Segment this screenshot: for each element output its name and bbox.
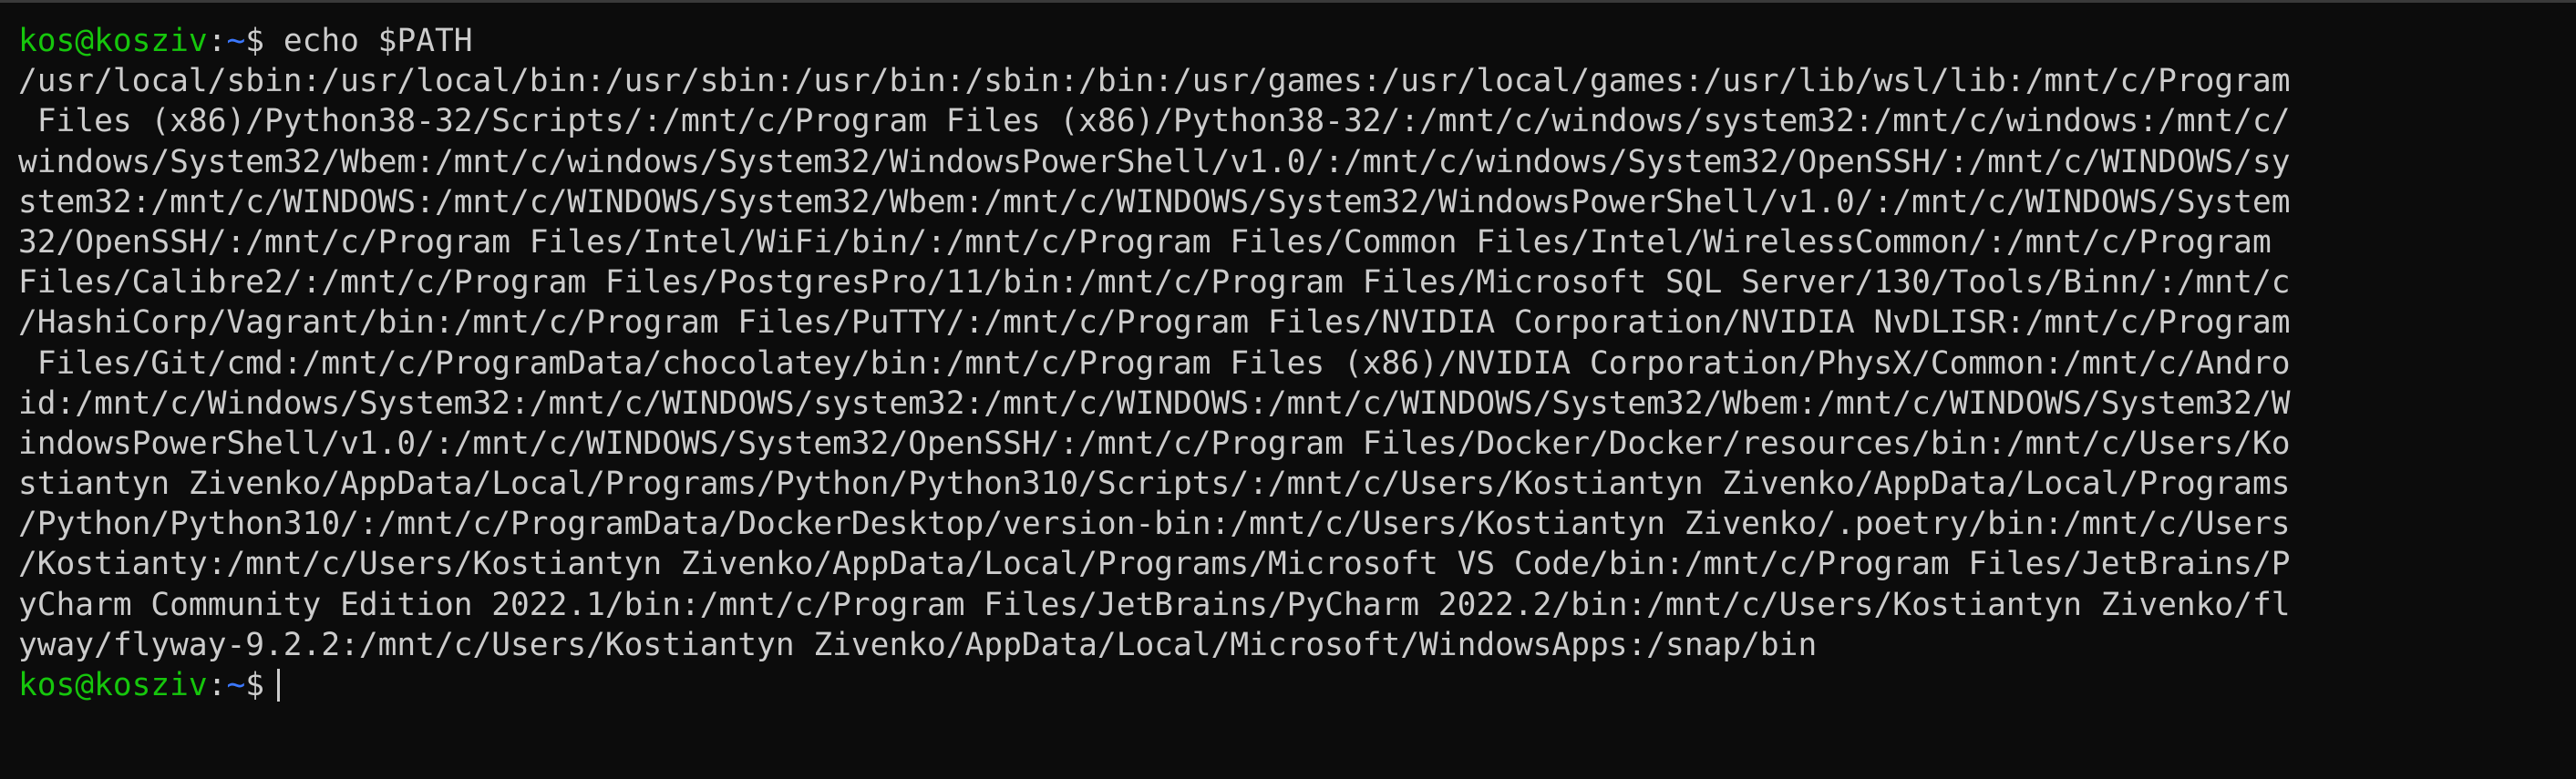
- prompt-path: ~: [226, 667, 246, 703]
- output-line: stiantyn Zivenko/AppData/Local/Programs/…: [18, 466, 2291, 503]
- prompt-user-host: kos@kosziv: [18, 23, 208, 59]
- prompt-symbol: $: [245, 667, 265, 703]
- prompt-user-host: kos@kosziv: [18, 667, 208, 703]
- prompt-separator: :: [207, 23, 227, 59]
- output-line: indowsPowerShell/v1.0/:/mnt/c/WINDOWS/Sy…: [18, 425, 2291, 462]
- output-line: /HashiCorp/Vagrant/bin:/mnt/c/Program Fi…: [18, 304, 2291, 342]
- output-line: windows/System32/Wbem:/mnt/c/windows/Sys…: [18, 143, 2291, 180]
- output-line: 32/OpenSSH/:/mnt/c/Program Files/Intel/W…: [18, 223, 2291, 261]
- output-line: stem32:/mnt/c/WINDOWS:/mnt/c/WINDOWS/Sys…: [18, 183, 2291, 220]
- output-line: Files/Git/cmd:/mnt/c/ProgramData/chocola…: [18, 344, 2291, 382]
- output-line: /usr/local/sbin:/usr/local/bin:/usr/sbin…: [18, 63, 2291, 100]
- output-line: id:/mnt/c/Windows/System32:/mnt/c/WINDOW…: [18, 384, 2291, 422]
- output-line: yCharm Community Edition 2022.1/bin:/mnt…: [18, 586, 2291, 623]
- prompt-line[interactable]: kos@kosziv:~$: [18, 665, 2561, 705]
- output-line: Files/Calibre2/:/mnt/c/Program Files/Pos…: [18, 264, 2291, 302]
- text-cursor: [277, 669, 281, 702]
- prompt-line: kos@kosziv:~$ echo $PATH: [18, 21, 2561, 61]
- prompt-path: ~: [226, 23, 246, 59]
- prompt-separator: :: [207, 667, 227, 703]
- prompt-symbol: $: [245, 23, 265, 59]
- output-line: yway/flyway-9.2.2:/mnt/c/Users/Kostianty…: [18, 626, 1818, 663]
- terminal-window[interactable]: kos@kosziv:~$ echo $PATH /usr/local/sbin…: [0, 0, 2576, 779]
- output-line: Files (x86)/Python38-32/Scripts/:/mnt/c/…: [18, 103, 2291, 140]
- command-text: echo $PATH: [264, 23, 473, 59]
- output-line: /Kostianty:/mnt/c/Users/Kostiantyn Ziven…: [18, 546, 2291, 583]
- command-output: /usr/local/sbin:/usr/local/bin:/usr/sbin…: [18, 61, 2561, 665]
- output-line: /Python/Python310/:/mnt/c/ProgramData/Do…: [18, 506, 2291, 543]
